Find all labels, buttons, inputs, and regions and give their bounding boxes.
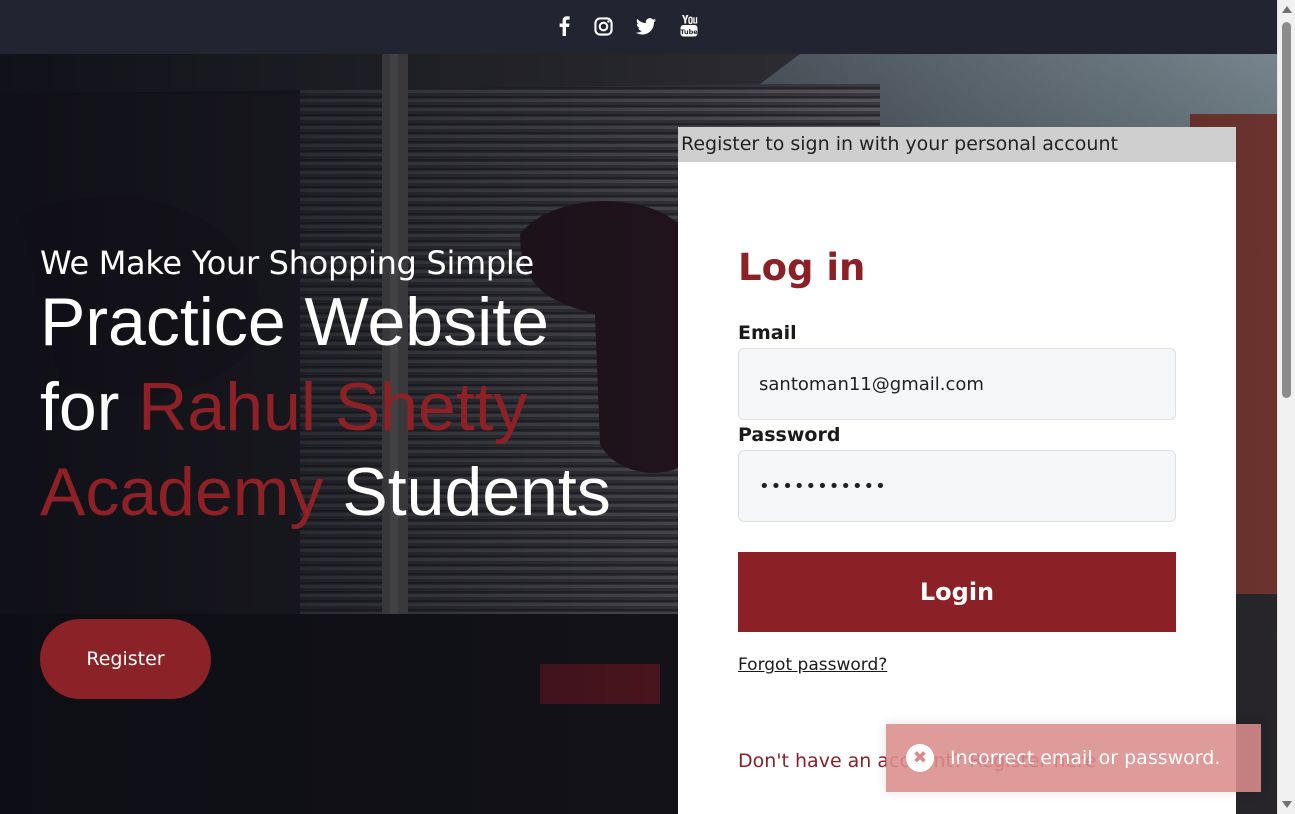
top-social-bar: Tube [0,0,1277,54]
scroll-up-arrow-icon[interactable] [1282,6,1292,13]
scroll-down-arrow-icon[interactable] [1282,801,1292,808]
headline-tail: Students [342,454,611,530]
register-banner: Register to sign in with your personal a… [678,127,1236,162]
login-button[interactable]: Login [738,552,1176,632]
hero-headline: Practice Website for Rahul Shetty Academ… [40,280,640,535]
password-label: Password [738,424,841,446]
login-title: Log in [738,246,866,289]
instagram-icon[interactable] [590,13,616,39]
toast-message: Incorrect email or password. [950,747,1221,769]
error-toast[interactable]: ✖ Incorrect email or password. [886,724,1261,792]
vertical-scrollbar[interactable] [1277,0,1295,814]
hero-tagline: We Make Your Shopping Simple [40,244,534,282]
scroll-thumb[interactable] [1282,22,1291,398]
twitter-icon[interactable] [633,13,659,39]
login-card: Log in Email Password Login Forgot passw… [678,162,1236,814]
svg-text:Tube: Tube [680,28,698,36]
password-field[interactable] [738,450,1176,522]
error-x-icon: ✖ [906,744,934,772]
hero-register-button[interactable]: Register [40,619,211,699]
email-field[interactable] [738,348,1176,420]
facebook-icon[interactable] [551,13,577,39]
email-label: Email [738,322,797,344]
forgot-password-link[interactable]: Forgot password? [738,655,887,675]
youtube-icon[interactable]: Tube [676,13,702,39]
